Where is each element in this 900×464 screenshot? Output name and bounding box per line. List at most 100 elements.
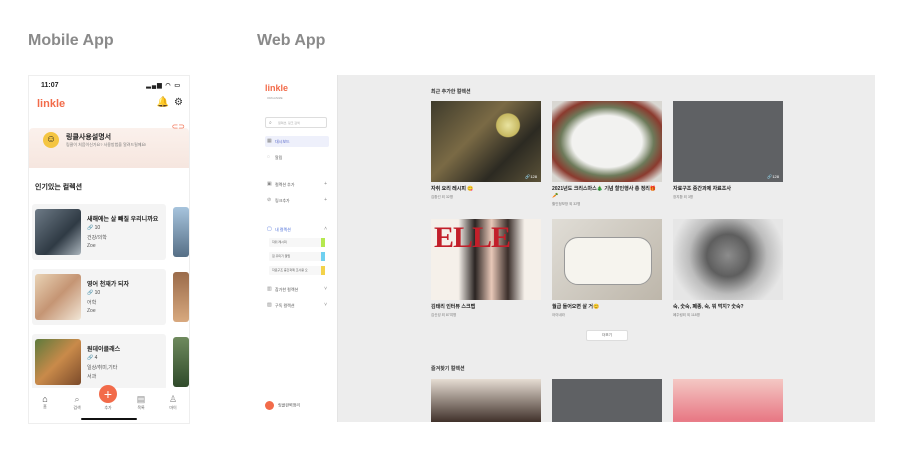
banner-subtitle: 링클이 처음이신가요? 사용방법을 알려드릴께요! <box>66 142 147 147</box>
web-logo[interactable]: linkle <box>265 83 288 93</box>
bell-icon[interactable]: 🔔 <box>157 97 169 108</box>
tile-title: 김태리 인터뷰 스크랩 <box>431 304 476 310</box>
collection-tile[interactable] <box>552 379 662 422</box>
sidebar-item-label: 대시보드 <box>275 139 290 144</box>
card-user: Zoe <box>87 243 96 249</box>
more-button[interactable]: 더보기 <box>586 330 628 341</box>
sidebar-item-label: 알림 <box>275 155 283 160</box>
collection-tile[interactable]: 월급 들어오면 살 거😊 아이네라 <box>552 219 662 318</box>
link-count-value: 128 <box>772 174 779 179</box>
tab-list-label: 목록 <box>137 405 145 410</box>
collection-tile[interactable]: 숙, 숫숙, 폐종, 숙, 뭐 먹지? 숫숙? 폐주링외 외 118명 <box>673 219 783 318</box>
recent-collections-title: 최근 추가한 컬렉션 <box>431 89 471 95</box>
search-placeholder: 컬렉션, 링크 검색 <box>278 121 300 125</box>
collection-tile[interactable] <box>673 379 783 422</box>
card-thumbnail <box>35 209 81 255</box>
list-icon: ▤ <box>136 394 146 404</box>
user-icon: ♙ <box>168 394 178 404</box>
plus-icon: + <box>324 181 327 187</box>
folder-icon: ▢ <box>267 226 272 232</box>
tab-search[interactable]: ⌕ 검색 <box>65 394 89 411</box>
sidebar-item-dashboard[interactable]: ▦ 대시보드 <box>265 136 329 147</box>
color-tag <box>321 238 325 247</box>
link-count-value: 4 <box>94 355 98 361</box>
tile-image <box>673 219 783 300</box>
tab-home[interactable]: ⌂ 홈 <box>33 394 57 410</box>
collection-tile[interactable]: 🔗128 자취 요리 레시피 😋 김환선 외 32명 <box>431 101 541 200</box>
sidebar-item-alarm[interactable]: ◌ 알림 <box>265 152 329 163</box>
collection-tile[interactable] <box>431 379 541 422</box>
card-genre: 일상/취미,기타 <box>87 365 118 371</box>
tab-my[interactable]: ♙ 마이 <box>161 394 185 411</box>
collection-card[interactable]: 새해에는 살 빼질 우리니까요 🔗 10 건강/의학 Zoe <box>32 204 166 260</box>
tile-title: 자취 요리 레시피 😋 <box>431 186 474 192</box>
avatar <box>265 401 274 410</box>
tab-home-label: 홈 <box>43 404 47 409</box>
card-thumbnail <box>35 274 81 320</box>
status-time: 11:07 <box>41 82 59 89</box>
tile-image: ELLE <box>431 219 541 300</box>
gear-icon[interactable]: ⚙ <box>174 97 183 108</box>
home-indicator <box>81 418 137 420</box>
user-name: 링클완벽정리 <box>278 402 301 408</box>
link-count-value: 128 <box>530 174 537 179</box>
tab-search-label: 검색 <box>73 405 81 410</box>
shared-icon: ▥ <box>267 286 272 292</box>
main-content: 최근 추가한 컬렉션 🔗128 자취 요리 레시피 😋 김환선 외 32명 20… <box>431 75 791 422</box>
collection-tile[interactable]: 🔗128 자료구조 중간과제 자료조사 장지환 외 3명 <box>673 101 783 200</box>
collection-tile[interactable]: 2021년도 크리스마스🎄 기념 할인행사 총 정리🎁🥕 할인정보방 외 32명 <box>552 101 662 207</box>
tile-subtitle: 장지환 외 3명 <box>673 195 693 199</box>
sub-collection-item[interactable]: 자료구조 중간과제 조사용 오 <box>269 266 325 275</box>
collection-card[interactable]: 원데이클래스 🔗 4 일상/취미,기타 서과 <box>32 334 166 390</box>
sidebar-item-subscribed[interactable]: ▧ 구독 컬렉션 ˅ <box>265 300 329 311</box>
sub-collection-label: 자취 레시피 <box>272 240 287 244</box>
tile-image <box>552 101 662 182</box>
next-card-peek[interactable] <box>173 337 189 387</box>
collection-tile[interactable]: ELLE 김태리 인터뷰 스크랩 김신성 외 87여명 <box>431 219 541 318</box>
mobile-logo[interactable]: linkle <box>37 98 65 110</box>
add-button[interactable]: + <box>99 385 117 403</box>
tile-title: 월급 들어오면 살 거😊 <box>552 304 600 310</box>
guide-banner[interactable]: ⊂⊃ ☺ 링클사용설명서 링클이 처음이신가요? 사용방법을 알려드릴께요! <box>29 122 189 168</box>
sign-graphic <box>564 237 652 285</box>
web-screen: linkle ORGANIZE ⌕ 컬렉션, 링크 검색 ▦ 대시보드 ◌ 알림 ▣ 컬… <box>257 75 875 422</box>
next-card-peek[interactable] <box>173 207 189 257</box>
card-genre: 어학 <box>87 300 97 306</box>
tile-subtitle: 폐주링외 외 118명 <box>673 313 700 317</box>
sidebar-item-shared[interactable]: ▥ 참가한 컬렉션 ˅ <box>265 284 329 295</box>
status-bar: 11:07 ▂▄▆ ◠ ▭ <box>29 76 189 94</box>
web-slogan: ORGANIZE <box>267 96 283 100</box>
collection-card[interactable]: 영어 천재가 되자 🔗 10 어학 Zoe <box>32 269 166 325</box>
user-profile[interactable]: 링클완벽정리 <box>265 401 300 410</box>
sidebar-item-label: 컬렉션 추가 <box>275 182 295 187</box>
sub-collection-item[interactable]: 자취 레시피 <box>269 238 325 247</box>
card-user: Zoe <box>87 308 96 314</box>
tile-subtitle: 아이네라 <box>552 313 565 317</box>
sidebar-item-add-collection[interactable]: ▣ 컬렉션 추가 + <box>265 179 329 190</box>
bell-icon: ◌ <box>267 154 270 160</box>
plus-icon: + <box>324 197 327 203</box>
tile-image <box>673 379 783 422</box>
sub-collection-item[interactable]: 집 꾸미기 꿀팁 <box>269 252 325 261</box>
card-title: 새해에는 살 빼질 우리니까요 <box>87 217 159 223</box>
link-icon: ⊘ <box>267 197 272 203</box>
color-tag <box>321 266 325 275</box>
mobile-header: linkle 🔔 ⚙ <box>29 94 189 118</box>
card-title: 영어 천재가 되자 <box>87 282 129 288</box>
smile-emoji-icon: ☺ <box>43 132 59 148</box>
tile-image: 🔗128 <box>673 101 783 182</box>
sidebar-item-label: 링크추가 <box>275 198 290 203</box>
next-card-peek[interactable] <box>173 272 189 322</box>
search-input[interactable]: ⌕ 컬렉션, 링크 검색 <box>265 117 327 128</box>
card-link-count: 🔗 10 <box>87 225 100 231</box>
card-user: 서과 <box>87 374 97 380</box>
tile-title: 자료구조 중간과제 자료조사 <box>673 186 731 192</box>
mobile-screen: 11:07 ▂▄▆ ◠ ▭ linkle 🔔 ⚙ ⊂⊃ ☺ 링클사용설명서 링클이… <box>28 75 190 424</box>
tab-list[interactable]: ▤ 목록 <box>129 394 153 411</box>
banner-title: 링클사용설명서 <box>66 134 112 141</box>
sidebar-item-my-collections[interactable]: ▢ 내 컬렉션 ˄ <box>265 224 329 235</box>
magazine-logo: ELLE <box>434 221 511 254</box>
tile-image <box>552 219 662 300</box>
sub-collection-label: 집 꾸미기 꿀팁 <box>272 254 291 258</box>
sidebar-item-add-link[interactable]: ⊘ 링크추가 + <box>265 195 329 206</box>
